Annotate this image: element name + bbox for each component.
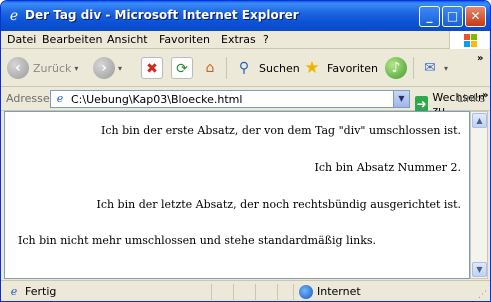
browser-window: ℯ Der Tag div - Microsoft Internet Explo…: [0, 0, 491, 302]
chevron-down-icon: ▾: [118, 63, 123, 73]
magnifier-icon: ⚲: [238, 60, 250, 76]
mail-icon: ✉: [424, 60, 436, 76]
toolbar-overflow-icon[interactable]: »: [477, 53, 483, 64]
forward-arrow-icon: ›: [93, 57, 115, 79]
favorites-button[interactable]: ★ Favoriten: [301, 54, 378, 82]
star-icon: ★: [304, 58, 320, 78]
vertical-scrollbar[interactable]: ▲ ▼: [470, 111, 488, 279]
back-button[interactable]: ‹ Zurück ▾: [7, 54, 78, 82]
refresh-icon: ⟳: [171, 57, 193, 79]
ie-page-icon: ℯ: [56, 92, 64, 105]
scroll-down-button[interactable]: ▼: [472, 262, 487, 277]
resize-grip-icon[interactable]: ⋰: [478, 290, 487, 300]
favorites-label: Favoriten: [327, 61, 378, 75]
home-button[interactable]: ⌂: [199, 54, 221, 82]
stop-icon: ✖: [141, 57, 163, 79]
menu-bearbeiten[interactable]: Bearbeiten: [42, 33, 102, 46]
toolbar: ‹ Zurück ▾ › ▾ ✖ ⟳ ⌂ ⚲ Suchen ★ Favorite…: [1, 49, 490, 87]
menu-help[interactable]: ?: [263, 33, 269, 46]
chevron-down-icon: ▾: [444, 63, 449, 73]
status-divider: [233, 284, 234, 300]
mail-button[interactable]: ✉ ▾: [419, 54, 448, 82]
maximize-button[interactable]: □: [442, 6, 463, 27]
page-content: Ich bin der erste Absatz, der von dem Ta…: [4, 111, 470, 279]
paragraph-3: Ich bin der letzte Absatz, der noch rech…: [96, 198, 461, 211]
chevron-down-icon: ▾: [74, 63, 79, 73]
security-zone: Internet: [317, 285, 361, 298]
address-bar: Adresse ℯ C:\Uebung\Kap03\Bloecke.html ▼…: [1, 87, 490, 117]
search-label: Suchen: [259, 61, 300, 75]
back-arrow-icon: ‹: [7, 57, 29, 79]
search-button[interactable]: ⚲ Suchen: [233, 54, 300, 82]
paragraph-1: Ich bin der erste Absatz, der von dem Ta…: [101, 124, 461, 137]
status-bar: ℯ Fertig Internet ⋰: [1, 280, 490, 301]
refresh-button[interactable]: ⟳: [171, 54, 193, 82]
scroll-up-button[interactable]: ▲: [472, 113, 487, 128]
status-divider: [211, 284, 212, 300]
title-bar[interactable]: ℯ Der Tag div - Microsoft Internet Explo…: [1, 1, 490, 31]
paragraph-2: Ich bin Absatz Nummer 2.: [314, 161, 461, 174]
menu-bar: Datei Bearbeiten Ansicht Favoriten Extra…: [1, 31, 490, 49]
toolbar-separator: [413, 57, 414, 79]
address-input[interactable]: ℯ C:\Uebung\Kap03\Bloecke.html ▼: [50, 90, 410, 108]
menu-datei[interactable]: Datei: [7, 33, 36, 46]
close-button[interactable]: ✕: [465, 6, 486, 27]
status-divider: [255, 284, 256, 300]
address-label: Adresse: [6, 92, 50, 105]
chevron-down-icon[interactable]: ▼: [393, 91, 409, 107]
menu-favoriten[interactable]: Favoriten: [159, 33, 210, 46]
menu-ansicht[interactable]: Ansicht: [107, 33, 148, 46]
go-arrow-icon: ➜: [415, 96, 429, 112]
media-icon: ♪: [385, 57, 407, 79]
ie-page-icon: ℯ: [10, 285, 18, 298]
windows-logo-icon: [449, 31, 489, 49]
status-divider: [293, 284, 294, 300]
globe-icon: [299, 285, 313, 299]
minimize-button[interactable]: _: [419, 6, 440, 27]
paragraph-4: Ich bin nicht mehr umschlossen und stehe…: [18, 234, 376, 247]
window-title: Der Tag div - Microsoft Internet Explore…: [25, 8, 299, 22]
menu-extras[interactable]: Extras: [221, 33, 256, 46]
forward-button[interactable]: › ▾: [93, 54, 122, 82]
status-divider: [277, 284, 278, 300]
status-text: Fertig: [25, 285, 57, 298]
address-value: C:\Uebung\Kap03\Bloecke.html: [71, 93, 243, 106]
back-label: Zurück: [33, 61, 72, 75]
home-icon: ⌂: [205, 60, 215, 76]
links-overflow-icon[interactable]: »: [482, 90, 488, 101]
ie-page-icon: ℯ: [9, 8, 19, 24]
media-button[interactable]: ♪: [385, 54, 407, 82]
stop-button[interactable]: ✖: [141, 54, 163, 82]
toolbar-separator: [226, 57, 227, 79]
